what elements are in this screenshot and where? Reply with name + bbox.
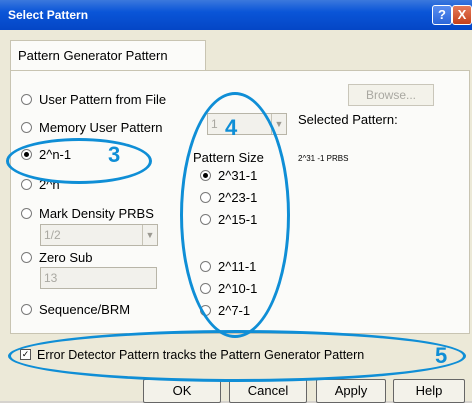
radio-memory-user-pattern[interactable]: Memory User Pattern xyxy=(21,120,163,135)
zero-sub-field[interactable]: 13 xyxy=(40,267,157,289)
cancel-button[interactable]: Cancel xyxy=(229,379,307,403)
radio-sequence-brm[interactable]: Sequence/BRM xyxy=(21,302,130,317)
radio-button[interactable] xyxy=(21,208,32,220)
annotation-ellipse-5 xyxy=(8,330,466,382)
window-title: Select Pattern xyxy=(8,8,89,22)
annotation-number-4: 4 xyxy=(225,115,238,140)
help-button[interactable]: Help xyxy=(393,379,465,403)
annotation-number-5: 5 xyxy=(435,343,448,368)
title-bar: Select Pattern ? X xyxy=(0,0,472,30)
mark-density-combo[interactable]: 1/2 ▼ xyxy=(40,224,158,246)
select-pattern-dialog: Select Pattern ? X Pattern Generator Pat… xyxy=(0,0,472,403)
selected-pattern-label: Selected Pattern: xyxy=(298,112,398,127)
radio-mark-density-prbs[interactable]: Mark Density PRBS xyxy=(21,206,154,221)
radio-button[interactable] xyxy=(21,122,32,134)
tab-pattern-generator[interactable]: Pattern Generator Pattern xyxy=(10,40,206,71)
chevron-down-icon[interactable]: ▼ xyxy=(142,225,157,245)
browse-button[interactable]: Browse... xyxy=(348,84,434,106)
annotation-ellipse-3 xyxy=(6,138,152,184)
radio-button[interactable] xyxy=(21,179,32,191)
radio-button[interactable] xyxy=(21,252,32,264)
help-icon[interactable]: ? xyxy=(432,5,452,25)
radio-zero-sub[interactable]: Zero Sub xyxy=(21,250,92,265)
ok-button[interactable]: OK xyxy=(143,379,221,403)
annotation-number-3: 3 xyxy=(108,142,121,167)
selected-pattern-value: 2^31 -1 PRBS xyxy=(298,154,349,163)
radio-button[interactable] xyxy=(21,304,32,316)
radio-user-pattern-file[interactable]: User Pattern from File xyxy=(21,92,166,107)
close-icon[interactable]: X xyxy=(452,5,472,25)
radio-button[interactable] xyxy=(21,94,32,106)
tab-label: Pattern Generator Pattern xyxy=(18,48,168,63)
apply-button[interactable]: Apply xyxy=(316,379,386,403)
